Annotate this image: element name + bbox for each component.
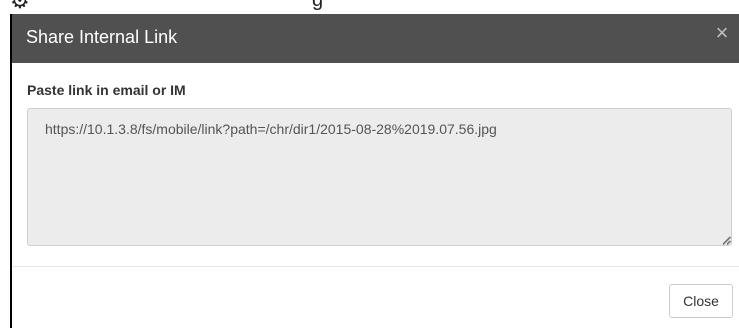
dialog-header: Share Internal Link × — [12, 14, 739, 63]
field-label: Paste link in email or IM — [27, 82, 186, 98]
background-partial-text: g — [312, 0, 324, 11]
close-button[interactable]: Close — [669, 284, 733, 318]
resize-grip-icon[interactable] — [721, 235, 731, 245]
gear-icon: ⚙ — [10, 0, 30, 13]
share-link-dialog: Share Internal Link × Paste link in emai… — [10, 14, 739, 328]
close-icon[interactable]: × — [711, 20, 733, 46]
link-textarea[interactable] — [27, 108, 732, 246]
footer-divider — [12, 266, 739, 267]
dialog-title: Share Internal Link — [26, 27, 178, 47]
background-strip: ⚙ g — [0, 0, 739, 14]
